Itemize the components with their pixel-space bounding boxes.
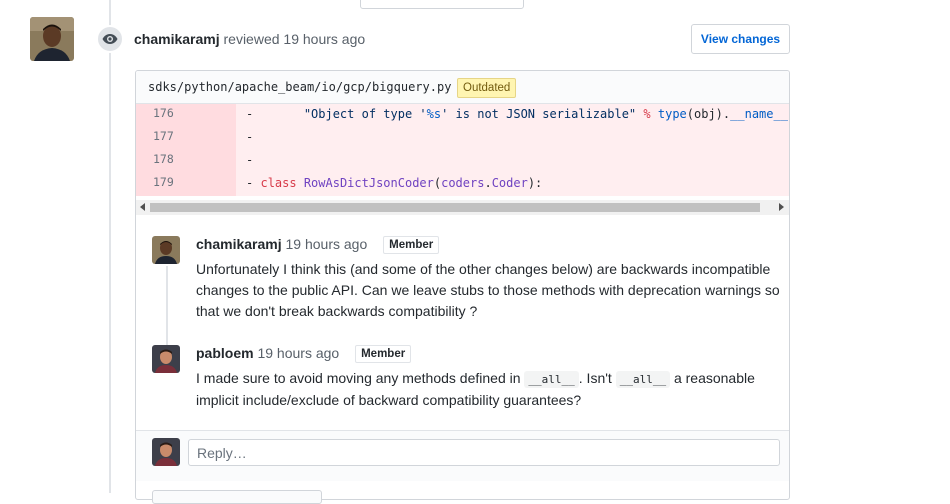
next-item-box bbox=[152, 490, 322, 504]
file-header: sdks/python/apache_beam/io/gcp/bigquery.… bbox=[136, 71, 789, 104]
inline-code: __all__ bbox=[524, 371, 579, 388]
reply-input[interactable] bbox=[188, 439, 780, 466]
line-number[interactable]: 176 bbox=[136, 104, 236, 127]
diff-line: 178 - bbox=[136, 150, 789, 173]
avatar[interactable] bbox=[152, 345, 180, 373]
review-comment: pabloem 19 hours ago Member I made sure … bbox=[152, 345, 772, 415]
inline-code: __all__ bbox=[615, 371, 671, 388]
diff-line: 176 - "Object of type '%s' is not JSON s… bbox=[136, 104, 789, 127]
file-path[interactable]: sdks/python/apache_beam/io/gcp/bigquery.… bbox=[148, 80, 451, 94]
member-badge: Member bbox=[355, 345, 412, 363]
avatar[interactable] bbox=[152, 236, 180, 264]
line-number[interactable]: 177 bbox=[136, 127, 236, 150]
comment-header: pabloem 19 hours ago Member bbox=[196, 345, 412, 363]
reviewer-avatar[interactable] bbox=[30, 17, 74, 61]
diff-line: 179 - class RowAsDictJsonCoder(coders.Co… bbox=[136, 173, 789, 196]
outdated-badge: Outdated bbox=[457, 78, 517, 98]
line-number[interactable]: 179 bbox=[136, 173, 236, 196]
scrollbar-thumb[interactable] bbox=[150, 203, 760, 212]
diff-code: - bbox=[246, 153, 254, 167]
diff-horizontal-scrollbar[interactable] bbox=[136, 200, 789, 215]
review-author[interactable]: chamikaramj bbox=[134, 31, 220, 47]
previous-item-box bbox=[360, 0, 524, 9]
review-file-box: sdks/python/apache_beam/io/gcp/bigquery.… bbox=[135, 70, 790, 500]
comment-time[interactable]: 19 hours ago bbox=[257, 345, 339, 361]
eye-icon bbox=[96, 25, 124, 53]
diff-code: - class RowAsDictJsonCoder(coders.Coder)… bbox=[246, 176, 543, 190]
comment-header: chamikaramj 19 hours ago Member bbox=[196, 236, 440, 254]
diff-code: - "Object of type '%s' is not JSON seria… bbox=[246, 107, 789, 121]
comment-time[interactable]: 19 hours ago bbox=[286, 236, 368, 252]
view-changes-button[interactable]: View changes bbox=[691, 24, 790, 54]
scroll-right-icon[interactable] bbox=[779, 203, 784, 211]
review-comment: chamikaramj 19 hours ago Member Unfortun… bbox=[152, 236, 780, 326]
review-action: reviewed bbox=[223, 31, 280, 47]
reply-bar bbox=[136, 430, 789, 481]
scroll-left-icon[interactable] bbox=[140, 203, 145, 211]
current-user-avatar[interactable] bbox=[152, 438, 180, 466]
review-time[interactable]: 19 hours ago bbox=[283, 31, 365, 47]
member-badge: Member bbox=[383, 236, 440, 254]
timeline-line bbox=[109, 0, 111, 493]
review-header: chamikaramj reviewed 19 hours ago bbox=[134, 31, 365, 47]
line-number[interactable]: 178 bbox=[136, 150, 236, 173]
comment-body: Unfortunately I think this (and some of … bbox=[196, 261, 780, 319]
comment-author[interactable]: chamikaramj bbox=[196, 236, 282, 252]
diff-snippet: 176 - "Object of type '%s' is not JSON s… bbox=[136, 104, 789, 196]
diff-code: - bbox=[246, 130, 254, 144]
diff-line: 177 - bbox=[136, 127, 789, 150]
comment-author[interactable]: pabloem bbox=[196, 345, 254, 361]
comment-body: I made sure to avoid moving any methods … bbox=[196, 370, 755, 408]
